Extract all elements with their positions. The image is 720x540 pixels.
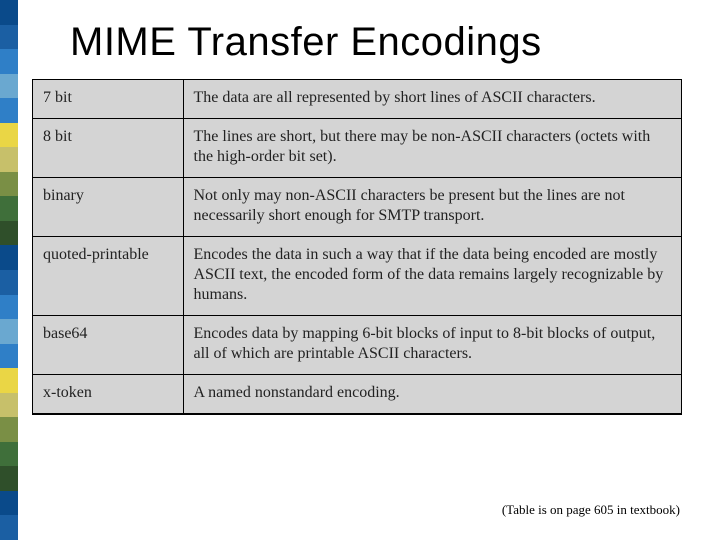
table-row: quoted-printableEncodes the data in such…: [33, 237, 681, 316]
stripe-segment: [0, 319, 18, 344]
decorative-left-stripe: [0, 0, 18, 540]
table-row: 7 bitThe data are all represented by sho…: [33, 80, 681, 119]
stripe-segment: [0, 221, 18, 246]
encoding-name: binary: [33, 178, 183, 237]
table-row: binaryNot only may non-ASCII characters …: [33, 178, 681, 237]
stripe-segment: [0, 74, 18, 99]
stripe-segment: [0, 417, 18, 442]
encoding-name: x-token: [33, 375, 183, 414]
table-row: x-tokenA named nonstandard encoding.: [33, 375, 681, 414]
encoding-description: Encodes data by mapping 6-bit blocks of …: [183, 316, 681, 375]
encoding-name: base64: [33, 316, 183, 375]
page-title: MIME Transfer Encodings: [70, 20, 680, 65]
stripe-segment: [0, 442, 18, 467]
stripe-segment: [0, 245, 18, 270]
encoding-description: Encodes the data in such a way that if t…: [183, 237, 681, 316]
table-row: base64Encodes data by mapping 6-bit bloc…: [33, 316, 681, 375]
stripe-segment: [0, 147, 18, 172]
encoding-name: 8 bit: [33, 119, 183, 178]
stripe-segment: [0, 49, 18, 74]
stripe-segment: [0, 25, 18, 50]
stripe-segment: [0, 491, 18, 516]
stripe-segment: [0, 466, 18, 491]
stripe-segment: [0, 295, 18, 320]
stripe-segment: [0, 515, 18, 540]
stripe-segment: [0, 393, 18, 418]
stripe-segment: [0, 123, 18, 148]
encoding-description: Not only may non-ASCII characters be pre…: [183, 178, 681, 237]
slide-content: MIME Transfer Encodings 7 bitThe data ar…: [18, 0, 720, 540]
stripe-segment: [0, 196, 18, 221]
stripe-segment: [0, 270, 18, 295]
encoding-name: quoted-printable: [33, 237, 183, 316]
stripe-segment: [0, 344, 18, 369]
encodings-table-wrap: 7 bitThe data are all represented by sho…: [32, 79, 682, 415]
encoding-name: 7 bit: [33, 80, 183, 119]
stripe-segment: [0, 172, 18, 197]
stripe-segment: [0, 0, 18, 25]
stripe-segment: [0, 368, 18, 393]
encodings-tbody: 7 bitThe data are all represented by sho…: [33, 80, 681, 413]
encoding-description: The data are all represented by short li…: [183, 80, 681, 119]
footnote: (Table is on page 605 in textbook): [502, 502, 680, 518]
encoding-description: A named nonstandard encoding.: [183, 375, 681, 414]
encodings-table: 7 bitThe data are all represented by sho…: [33, 80, 681, 413]
encoding-description: The lines are short, but there may be no…: [183, 119, 681, 178]
stripe-segment: [0, 98, 18, 123]
table-row: 8 bitThe lines are short, but there may …: [33, 119, 681, 178]
